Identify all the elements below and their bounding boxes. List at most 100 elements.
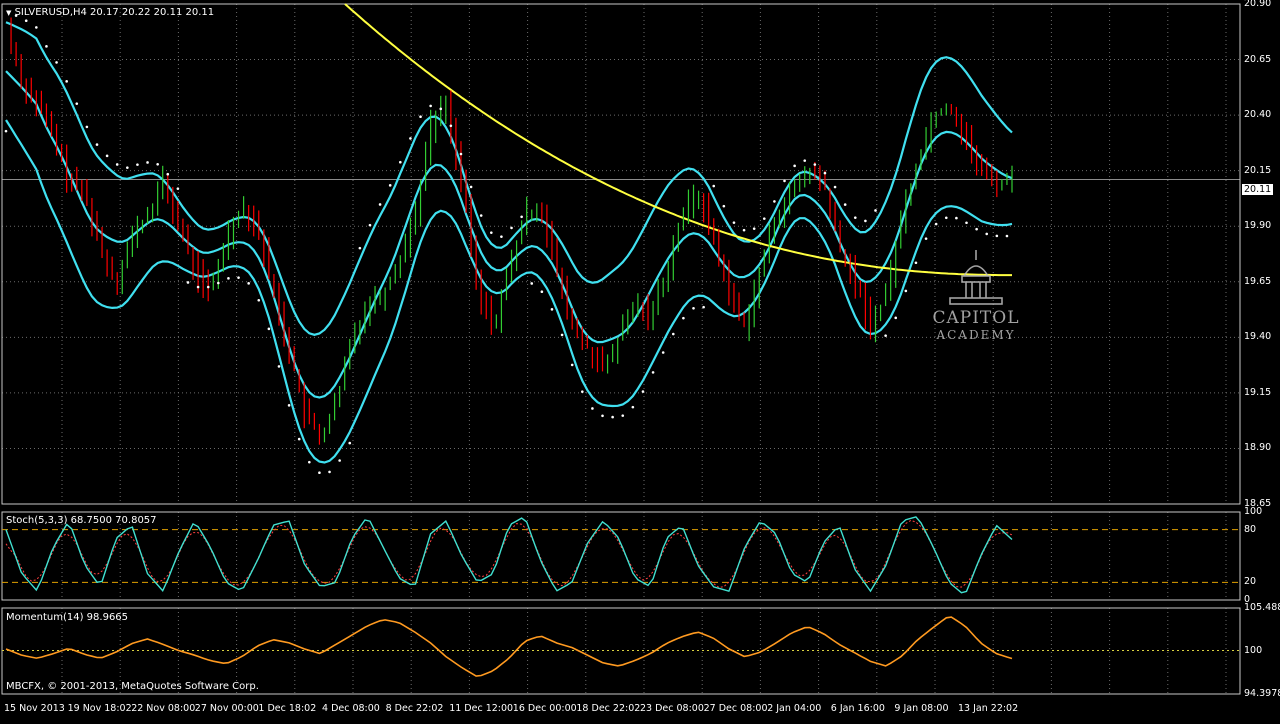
copyright-text: MBCFX, © 2001-2013, MetaQuotes Software … [6,681,259,692]
sar-dot [823,171,827,175]
sar-dot [24,19,28,23]
sar-dot [368,223,372,227]
sar-dot [490,231,493,234]
grid-layer [2,3,1240,694]
bollinger-bands [5,21,1013,464]
sar-dot [773,200,776,203]
time-tick-label: 22 Nov 08:00 [131,703,196,714]
sar-dot [520,215,523,219]
sar-dot [510,226,513,230]
sar-dot [186,281,190,284]
current-price-tag: 20.11 [1242,184,1274,195]
sar-dot [206,285,210,289]
capitol-building-icon [949,250,1003,305]
sar-dot [692,306,695,310]
sar-dot [217,281,220,285]
price-tick-label: 19.65 [1244,275,1272,287]
sar-dot [813,163,817,166]
price-tick-label: 20.65 [1244,53,1272,65]
time-tick-label: 11 Dec 12:00 [449,703,514,714]
sar-dot [348,441,352,445]
sar-dot [4,129,8,133]
sar-dot [85,125,89,129]
sar-dot [985,232,989,236]
sar-dot [540,290,544,293]
time-tick-label: 13 Jan 22:02 [958,703,1019,714]
time-tick-label: 4 Dec 08:00 [322,703,380,714]
sar-dot [75,102,79,105]
sar-dot [712,184,716,188]
price-tick-label: 18.90 [1244,442,1272,454]
sar-dot [55,61,58,64]
sar-dot [297,437,301,441]
stochastic-lines [5,516,1013,594]
sar-dot [682,316,685,320]
sar-dot [469,185,473,189]
sar-dot [156,162,159,166]
dropdown-triangle-icon[interactable]: ▼ [6,9,11,17]
sar-dot [308,460,311,464]
price-tick-label: 20.40 [1244,109,1272,121]
momentum-tick-label: 100 [1244,644,1263,656]
sar-dot [500,235,503,238]
main-panel-label: ▼ SILVERUSD,H4 20.17 20.22 20.11 20.11 [6,7,214,19]
momentum-panel-label: Momentum(14) 98.9665 [6,612,129,623]
time-tick-label: 16 Dec 00:00 [512,703,577,714]
sar-dot [479,214,483,217]
sar-dot [641,390,645,393]
time-tick-label: 27 Nov 00:00 [194,703,259,714]
indicator-levels [2,529,1240,652]
sar-dot [732,221,736,224]
sar-dot [853,216,857,219]
sar-dot [702,305,705,309]
sar-dot [955,216,958,220]
trading-chart[interactable]: ▼ SILVERUSD,H4 20.17 20.22 20.11 20.11 S… [0,0,1280,720]
sar-dot [924,237,928,240]
bollinger-band-line [5,70,1013,399]
sar-dot [591,407,594,410]
sar-dot [136,163,139,166]
time-tick-label: 6 Jan 16:00 [830,703,885,714]
time-tick-label: 23 Dec 08:00 [640,703,704,714]
sar-dot [742,228,746,232]
sar-dot [722,204,726,208]
sar-dot [277,365,281,368]
chart-canvas[interactable] [0,0,1280,720]
panel-frames [1,3,1241,695]
price-tick-label: 20.90 [1244,0,1272,9]
sar-dot [833,185,837,189]
sar-dot [752,227,756,230]
sar-dot [874,209,877,212]
sar-dot [65,80,68,83]
sar-dot [783,179,786,183]
sar-dot [287,404,291,407]
sar-dot [378,203,382,206]
sar-dot [965,221,968,225]
sar-dot [388,184,392,187]
panel-frame [1,511,1241,601]
sar-dot [115,163,119,166]
sar-dot [449,124,453,128]
main-panel-label-text: SILVERUSD,H4 20.17 20.22 20.11 20.11 [14,7,215,18]
sar-dot [328,470,331,474]
sar-dot [975,227,978,231]
sar-dot [45,45,48,48]
sar-dot [843,203,847,206]
time-tick-label: 8 Dec 22:02 [385,703,444,714]
sar-dot [459,152,463,156]
stoch-tick-label: 80 [1244,523,1257,535]
sar-dot [661,351,665,354]
time-tick-label: 15 Nov 2013 [4,703,65,714]
time-tick-label: 27 Dec 08:00 [703,703,768,714]
sar-dot [419,115,422,119]
sar-dot [257,298,261,302]
sar-dot [166,172,170,176]
price-tick-label: 19.40 [1244,331,1272,343]
time-tick-label: 2 Jan 04:00 [767,703,822,714]
sar-dot [358,246,362,250]
sar-dot [318,471,321,475]
price-tick-label: 20.15 [1244,164,1272,176]
sar-dot [105,154,109,158]
sar-dot [601,414,604,418]
sar-dot [227,277,230,280]
